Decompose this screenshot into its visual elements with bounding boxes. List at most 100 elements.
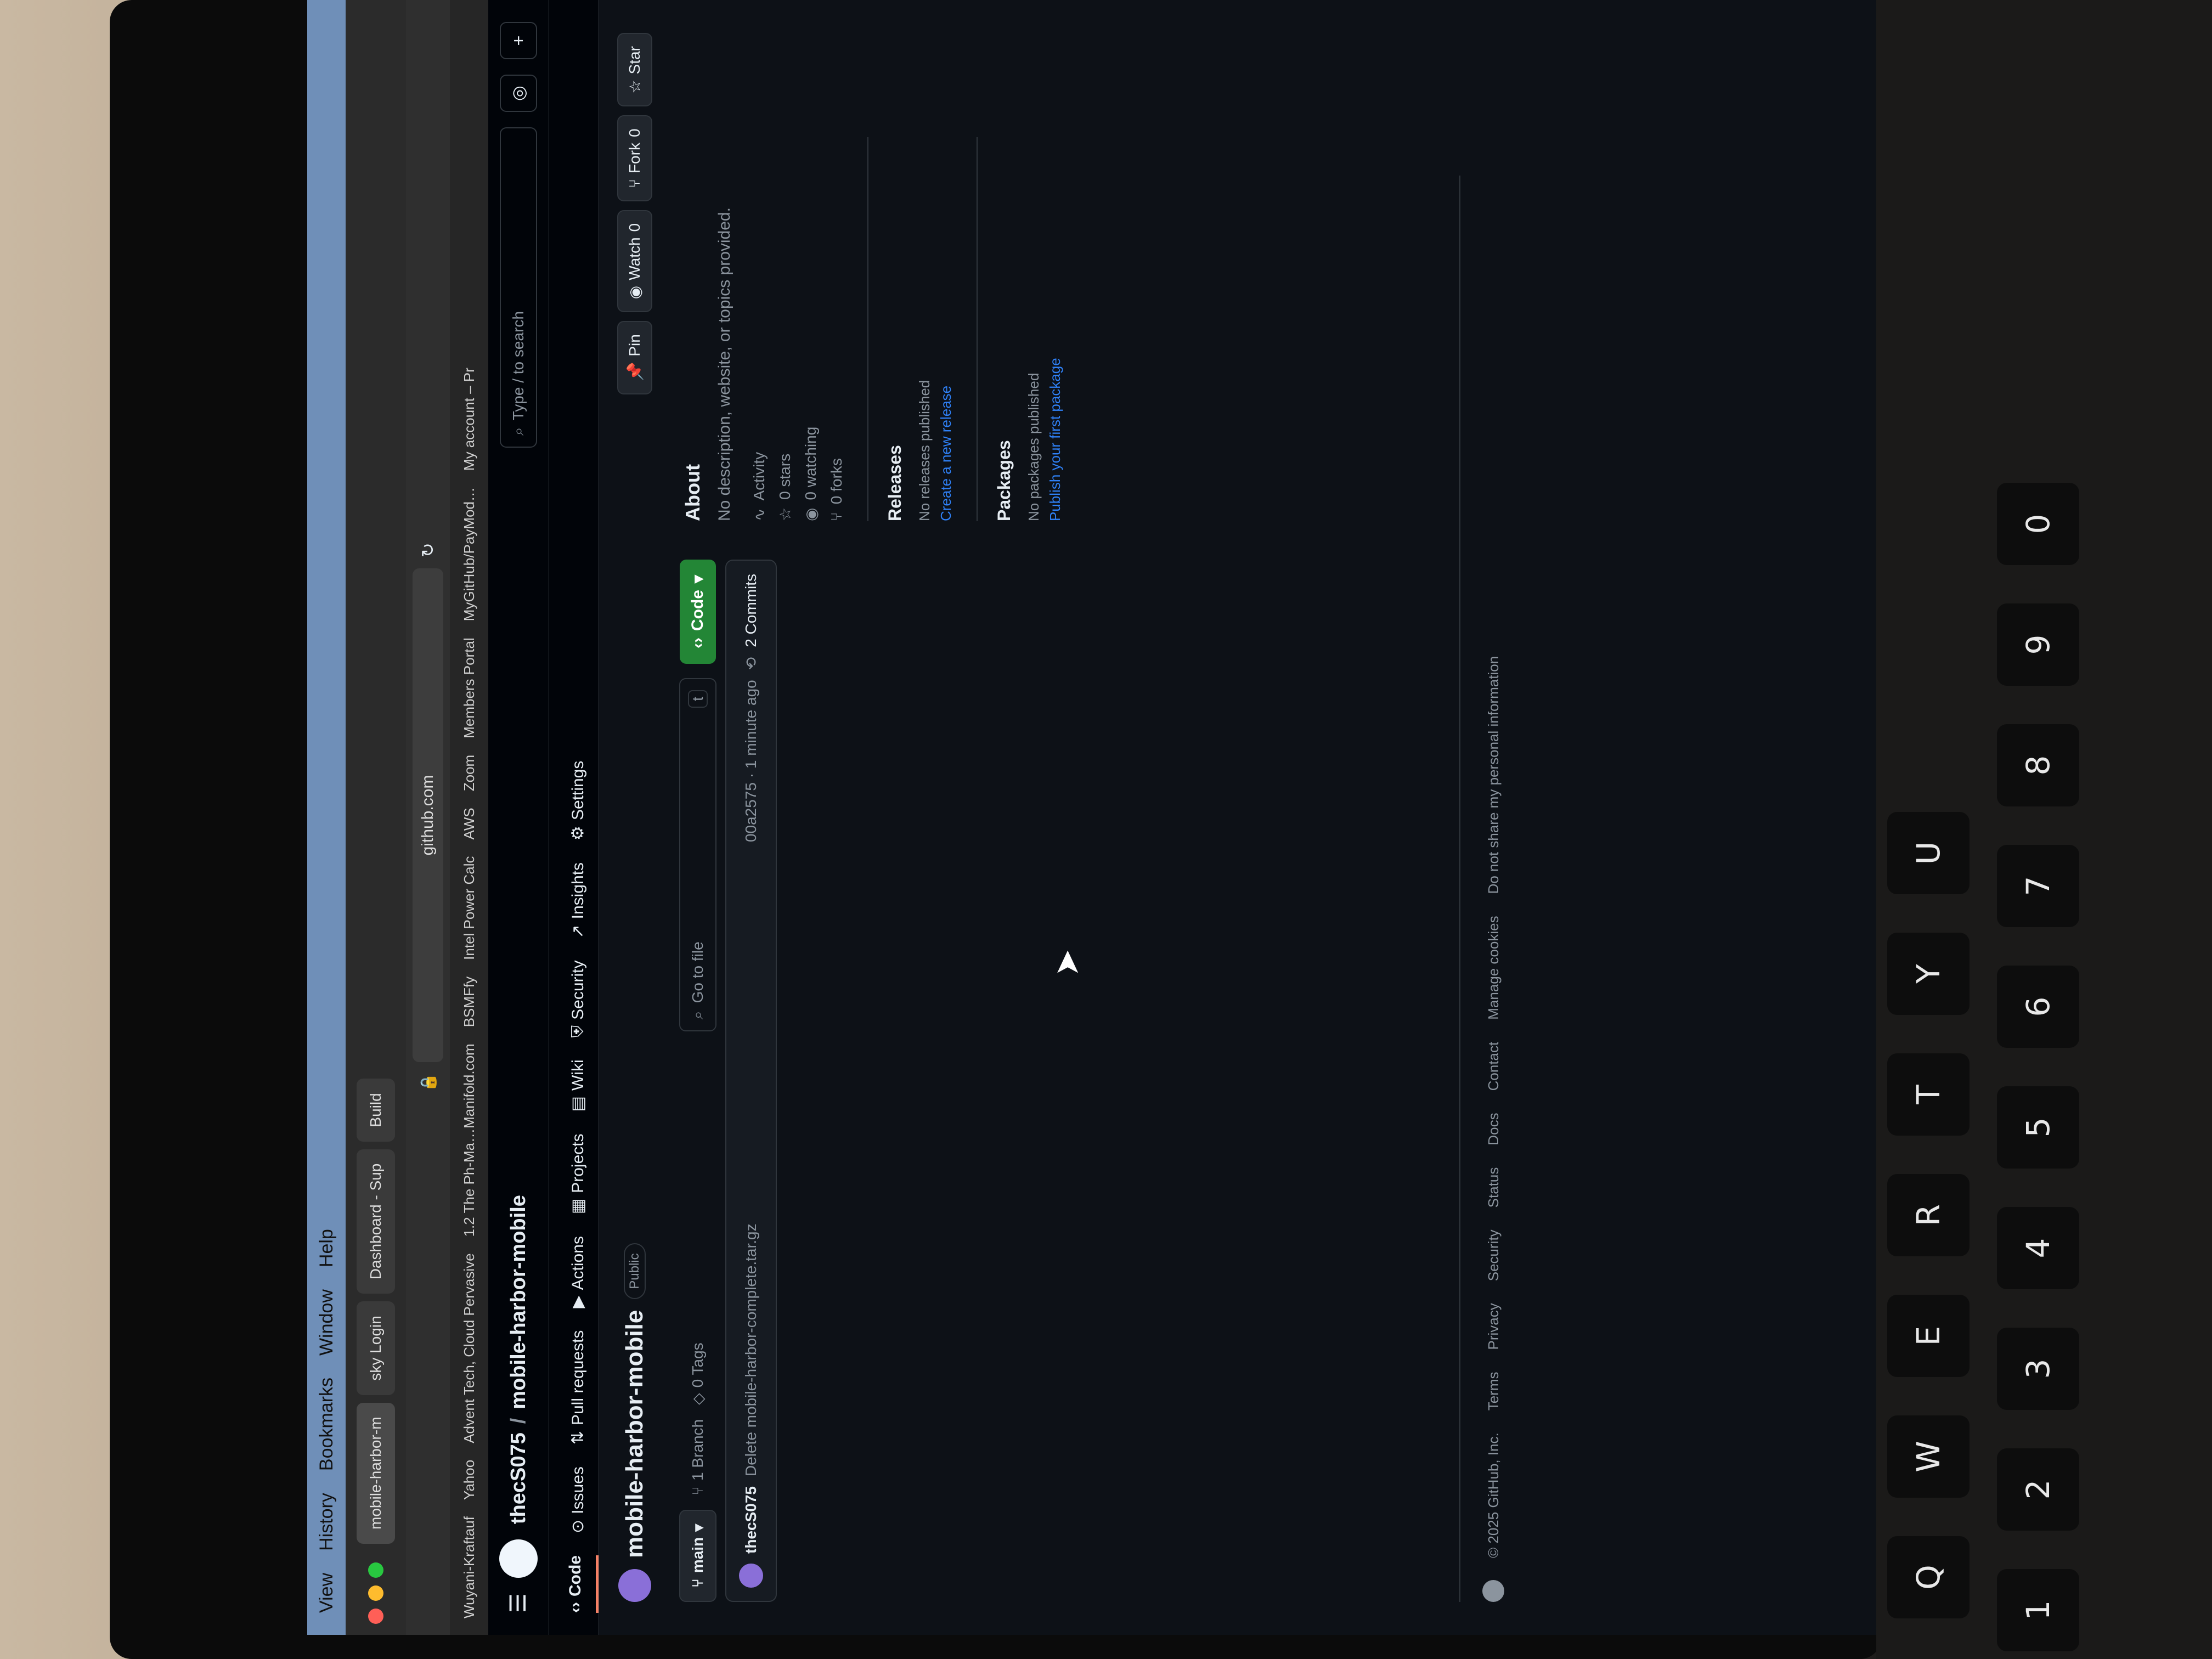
page-title: mobile-harbor-mobile <box>621 1310 648 1558</box>
stat-stars[interactable]: ☆ 0 stars <box>776 137 794 521</box>
tab-settings[interactable]: ⚙ Settings <box>568 761 599 840</box>
address-bar-row: 🔒 github.com ↻ <box>406 0 450 1635</box>
menu-item-help[interactable]: Help <box>316 1229 337 1267</box>
menu-item-view[interactable]: View <box>316 1573 337 1613</box>
releases-heading: Releases <box>885 445 905 521</box>
gear-icon: ⚙ <box>569 826 587 840</box>
bookmark[interactable]: Wuyani-Kraftauf <box>461 1516 478 1618</box>
footer-link[interactable]: Contact <box>1485 1042 1502 1091</box>
bookmark[interactable]: My account – Pr <box>461 368 478 471</box>
tab-security[interactable]: ⛨ Security <box>569 960 599 1037</box>
tab-label: Projects <box>568 1133 587 1193</box>
keyboard-key: 9 <box>1997 603 2079 686</box>
pulse-icon: ∿ <box>751 508 768 521</box>
browser-tab[interactable]: sky Login <box>357 1301 395 1395</box>
browser-tab[interactable]: Dashboard - Sup <box>357 1149 395 1294</box>
bookmark[interactable]: BSMFfy <box>461 977 478 1027</box>
footer-link[interactable]: Security <box>1485 1229 1502 1281</box>
stat-activity[interactable]: ∿ Activity <box>751 137 769 521</box>
browser-window: View History Bookmarks Window Help mobil… <box>307 0 1953 1635</box>
commits-count[interactable]: 2 Commits <box>742 574 760 647</box>
window-controls <box>368 1562 383 1624</box>
bookmark[interactable]: MyGitHub/PayMod… <box>461 487 478 621</box>
tab-label: Insights <box>568 862 587 919</box>
go-to-file-input[interactable]: ⌕ Go to file t <box>679 678 716 1032</box>
avatar[interactable] <box>739 1564 763 1588</box>
bookmark[interactable]: Yahoo <box>461 1460 478 1500</box>
bookmark[interactable]: Advent Tech, Cloud Pervasive <box>461 1253 478 1443</box>
browser-tab[interactable]: mobile-harbor-m <box>357 1402 395 1544</box>
branch-selector[interactable]: ⑂ main ▾ <box>679 1509 716 1602</box>
commit-author[interactable]: thecS075 <box>742 1486 760 1554</box>
publish-package-link[interactable]: Publish your first package <box>1047 137 1064 521</box>
footer-link[interactable]: Terms <box>1485 1372 1502 1411</box>
watch-label: Watch <box>626 237 643 280</box>
search-input[interactable]: ⌕ Type / to search <box>500 127 537 448</box>
github-logo-icon[interactable] <box>499 1539 538 1578</box>
create-release-link[interactable]: Create a new release <box>938 137 955 521</box>
stat-forks[interactable]: ⑂ 0 forks <box>828 137 845 521</box>
copilot-icon[interactable]: ◎ <box>500 75 537 112</box>
search-icon: ⌕ <box>509 427 527 436</box>
hamburger-menu-icon[interactable]: ☰ <box>506 1593 531 1613</box>
shortcut-key: t <box>688 690 708 708</box>
tab-code[interactable]: ‹› Code <box>566 1555 599 1613</box>
github-logo-icon <box>1482 1580 1504 1602</box>
address-bar[interactable]: github.com <box>413 568 443 1062</box>
tab-label: Settings <box>568 760 587 821</box>
close-window-button[interactable] <box>368 1609 383 1624</box>
commit-sha[interactable]: 00a2575 · 1 minute ago <box>742 680 760 842</box>
star-button[interactable]: ☆ Star <box>617 33 652 107</box>
repo-link[interactable]: mobile-harbor-mobile <box>507 1195 531 1409</box>
chevron-down-icon: ▾ <box>689 1523 707 1532</box>
footer-link[interactable]: Do not share my personal information <box>1485 656 1502 894</box>
minimize-window-button[interactable] <box>368 1585 383 1601</box>
bookmark[interactable]: 1.2 The Ph-Ma…Manifold.com <box>461 1043 478 1237</box>
bookmark[interactable]: Intel Power Calc <box>461 856 478 960</box>
branches-count: 1 Branch <box>689 1419 706 1481</box>
branch-icon: ⑂ <box>689 1578 706 1588</box>
footer-link[interactable]: Status <box>1485 1167 1502 1208</box>
bookmark[interactable]: Members Portal <box>461 637 478 738</box>
commit-message[interactable]: Delete mobile-harbor-complete.tar.gz <box>742 1223 760 1476</box>
zoom-window-button[interactable] <box>368 1562 383 1578</box>
footer-copyright: © 2025 GitHub, Inc. <box>1485 1432 1502 1558</box>
lock-icon: 🔒 <box>419 1073 437 1092</box>
tab-label: Wiki <box>568 1059 587 1091</box>
plus-icon[interactable]: + <box>500 22 537 59</box>
browser-tab[interactable]: Build <box>357 1079 395 1142</box>
footer-link[interactable]: Manage cookies <box>1485 916 1502 1019</box>
tab-projects[interactable]: ▦ Projects <box>568 1133 599 1214</box>
tab-wiki[interactable]: ▤ Wiki <box>568 1059 599 1111</box>
pin-button[interactable]: 📌 Pin <box>617 321 652 394</box>
menu-item-history[interactable]: History <box>316 1493 337 1551</box>
tab-actions[interactable]: ▶ Actions <box>568 1236 599 1308</box>
tab-issues[interactable]: ⊙ Issues <box>568 1466 599 1533</box>
star-label: Star <box>626 46 643 75</box>
eye-icon: ◉ <box>626 285 644 300</box>
owner-link[interactable]: thecS075 <box>507 1432 531 1524</box>
tab-insights[interactable]: ↗ Insights <box>568 862 599 939</box>
bookmark[interactable]: Zoom <box>461 755 478 791</box>
keyboard: Q W E R T Y U 1 2 3 4 5 6 7 8 9 0 <box>1876 0 2212 1659</box>
code-button[interactable]: ‹› Code ▾ <box>680 560 716 664</box>
repo-nav: ‹› Code ⊙ Issues ⇅ Pull requests ▶ Actions ▦… <box>549 0 599 1635</box>
watch-button[interactable]: ◉ Watch 0 <box>617 210 652 313</box>
footer-link[interactable]: Privacy <box>1485 1303 1502 1350</box>
branches-link[interactable]: ⑂ 1 Branch <box>689 1419 707 1496</box>
bookmark[interactable]: AWS <box>461 808 478 839</box>
menu-item-bookmarks[interactable]: Bookmarks <box>316 1378 337 1471</box>
avatar[interactable] <box>618 1569 651 1602</box>
branch-icon: ⑂ <box>689 1486 706 1496</box>
footer-link[interactable]: Docs <box>1485 1113 1502 1145</box>
stat-label: 0 forks <box>828 458 845 505</box>
tags-link[interactable]: ◇ 0 Tags <box>689 1342 707 1405</box>
reload-icon[interactable]: ↻ <box>417 543 438 557</box>
fork-button[interactable]: ⑂ Fork 0 <box>617 115 652 201</box>
menu-item-window[interactable]: Window <box>316 1289 337 1356</box>
tab-pull-requests[interactable]: ⇅ Pull requests <box>568 1330 599 1445</box>
fork-label: Fork <box>626 143 643 174</box>
tab-label: Pull requests <box>568 1330 587 1426</box>
stat-watching[interactable]: ◉ 0 watching <box>802 137 820 521</box>
branch-label: main <box>689 1537 706 1573</box>
